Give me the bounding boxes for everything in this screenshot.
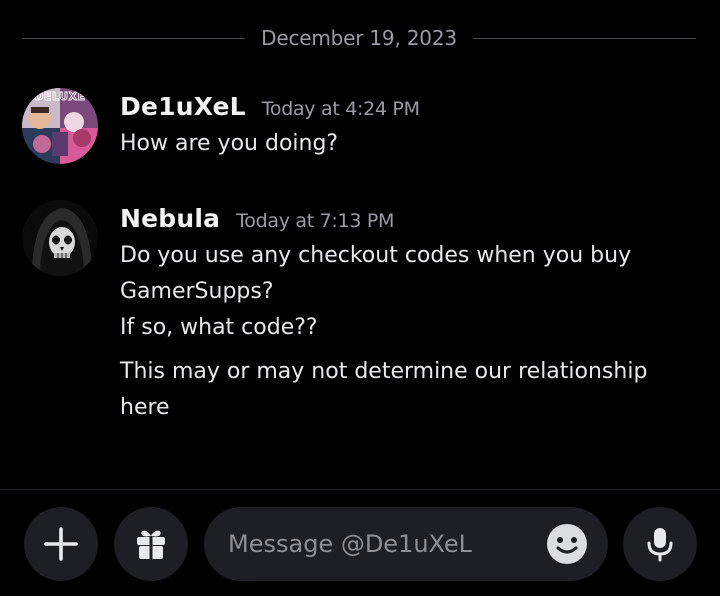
microphone-icon [647, 528, 673, 562]
avatar-nebula[interactable] [22, 200, 98, 276]
avatar-de1uxel[interactable]: DELUXE [22, 88, 98, 164]
message-header: Nebula Today at 7:13 PM [120, 204, 698, 238]
message-body: Nebula Today at 7:13 PM Do you use any c… [120, 204, 698, 426]
author-name[interactable]: Nebula [120, 204, 220, 233]
voice-button[interactable] [623, 507, 697, 581]
avatar-lettering: DELUXE [34, 90, 85, 103]
hooded-skull-avatar-icon [22, 200, 98, 276]
message-input-container [204, 507, 608, 581]
gift-button[interactable] [114, 507, 188, 581]
message-body: De1uXeL Today at 4:24 PM How are you doi… [120, 92, 698, 162]
composer-divider [0, 489, 720, 490]
attach-button[interactable] [24, 507, 98, 581]
message-text: Do you use any checkout codes when you b… [120, 243, 632, 268]
divider-line-left [22, 37, 246, 39]
message-text: If so, what code?? [120, 315, 318, 340]
message-timestamp: Today at 7:13 PM [236, 210, 395, 232]
message-input[interactable] [228, 507, 528, 581]
message-header: De1uXeL Today at 4:24 PM [120, 92, 698, 126]
date-divider: December 19, 2023 [22, 24, 697, 52]
message-text: How are you doing? [120, 131, 339, 156]
date-label: December 19, 2023 [261, 26, 457, 50]
divider-line-right [472, 37, 697, 39]
emoji-button[interactable] [546, 523, 588, 565]
emoji-icon [547, 524, 587, 564]
chat-screen: December 19, 2023 DELUXE De1uXeL Today a… [0, 0, 720, 596]
plus-icon [44, 527, 78, 561]
collage-avatar-icon: DELUXE [22, 88, 98, 164]
message-timestamp: Today at 4:24 PM [261, 98, 420, 120]
message-text: GamerSupps? [120, 279, 274, 304]
message-text: This may or may not determine our relati… [120, 359, 648, 384]
author-name[interactable]: De1uXeL [120, 92, 246, 121]
gift-icon [137, 530, 165, 559]
message-text: here [120, 395, 170, 420]
